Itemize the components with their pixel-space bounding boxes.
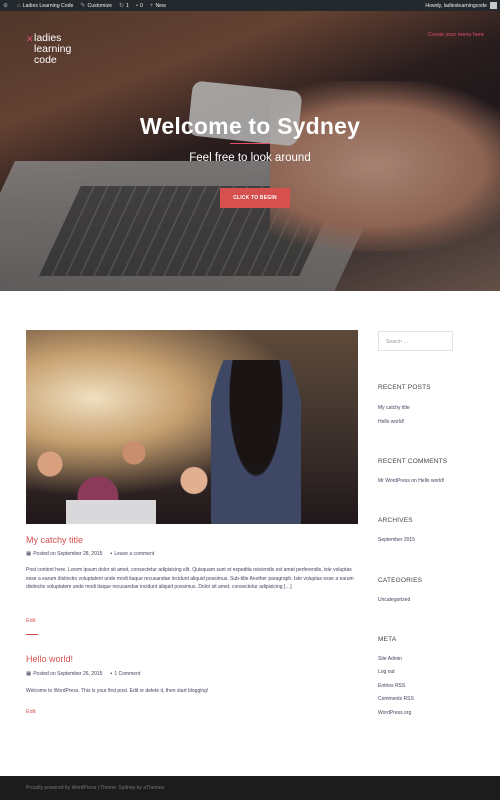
post-date-link[interactable]: Posted on September 28, 2015 [33, 551, 102, 557]
comment-icon: ▪ [110, 551, 113, 557]
site-footer: Proudly powered by WordPress | Theme: Sy… [0, 776, 500, 800]
site-name-link[interactable]: ⌂ Ladies Learning Code [17, 3, 73, 9]
post-divider [26, 634, 38, 635]
post-excerpt: Post content here. Lorem ipsum dolor sit… [26, 567, 354, 590]
post-meta: ▦ Posted on September 26, 2015 ▪ 1 Comme… [26, 671, 140, 677]
wordpress-logo-icon: ⊕ [3, 2, 9, 9]
comment-icon: ▪ [135, 2, 139, 9]
category-link[interactable]: Uncategorized [378, 597, 410, 603]
widget-title-categories: CATEGORIES [378, 577, 423, 584]
meta-link-wordpress-org[interactable]: WordPress.org [378, 710, 411, 716]
new-content-link[interactable]: + New [150, 3, 166, 9]
hero-divider [230, 143, 270, 144]
create-menu-link[interactable]: Create your menu here [427, 32, 484, 38]
recent-post-link[interactable]: My catchy title [378, 405, 410, 411]
archive-link[interactable]: September 2015 [378, 537, 415, 543]
meta-link-comments-rss[interactable]: Comments RSS [378, 696, 414, 702]
brush-icon: ✎ [80, 2, 86, 9]
hero-subtitle: Feel free to look around [189, 152, 311, 164]
hero-banner: ✕ ladies learning code Create your menu … [0, 11, 500, 291]
recent-post-link[interactable]: Hello world! [378, 419, 404, 425]
admin-bar: ⊕ ⌂ Ladies Learning Code ✎ Customize ↻ 1 ▪ 0… [0, 0, 500, 11]
edit-post-link[interactable]: Edit [26, 709, 35, 715]
meta-link-entries-rss[interactable]: Entries RSS [378, 683, 405, 689]
site-logo[interactable]: ✕ ladies learning code [26, 33, 71, 66]
post-meta: ▦ Posted on September 28, 2015 ▪ Leave a… [26, 551, 154, 557]
comments-link[interactable]: Leave a comment [114, 551, 154, 557]
updates-icon: ↻ [118, 2, 124, 9]
hero-title: Welcome to Sydney [139, 113, 361, 139]
post-featured-image[interactable] [26, 330, 358, 524]
post-title-link[interactable]: Hello world! [26, 654, 73, 664]
meta-link-log-out[interactable]: Log out [378, 669, 395, 675]
edit-post-link[interactable]: Edit [26, 618, 35, 624]
updates-link[interactable]: ↻ 1 [119, 3, 129, 9]
home-icon: ⌂ [17, 2, 21, 9]
logo-x-icon: ✕ [26, 34, 34, 44]
calendar-icon: ▦ [26, 671, 32, 677]
post-title-link[interactable]: My catchy title [26, 535, 83, 545]
widget-title-archives: ARCHIVES [378, 517, 413, 524]
footer-credits: Proudly powered by WordPress | Theme: Sy… [26, 785, 166, 791]
wordpress-menu[interactable]: ⊕ [3, 3, 10, 9]
meta-link-site-admin[interactable]: Site Admin [378, 656, 402, 662]
customize-link[interactable]: ✎ Customize [80, 3, 112, 9]
comment-icon: ▪ [110, 671, 113, 677]
widget-title-meta: META [378, 636, 397, 643]
avatar [490, 2, 497, 9]
post-date-link[interactable]: Posted on September 26, 2015 [33, 671, 102, 677]
comments-link[interactable]: 1 Comment [114, 671, 140, 677]
post-excerpt: Welcome to WordPress. This is your first… [26, 688, 209, 694]
comments-link[interactable]: ▪ 0 [136, 3, 143, 9]
click-to-begin-button[interactable]: CLICK TO BEGIN [220, 188, 290, 208]
plus-icon: + [149, 2, 154, 9]
widget-title-recent-posts: RECENT POSTS [378, 384, 431, 391]
widget-title-recent-comments: RECENT COMMENTS [378, 458, 448, 465]
account-menu[interactable]: Howdy, ladieslearningcode [425, 2, 497, 9]
calendar-icon: ▦ [26, 551, 32, 557]
search-input[interactable]: Search … [378, 331, 453, 351]
recent-comment-link[interactable]: Mr WordPress on Hello world! [378, 478, 444, 484]
